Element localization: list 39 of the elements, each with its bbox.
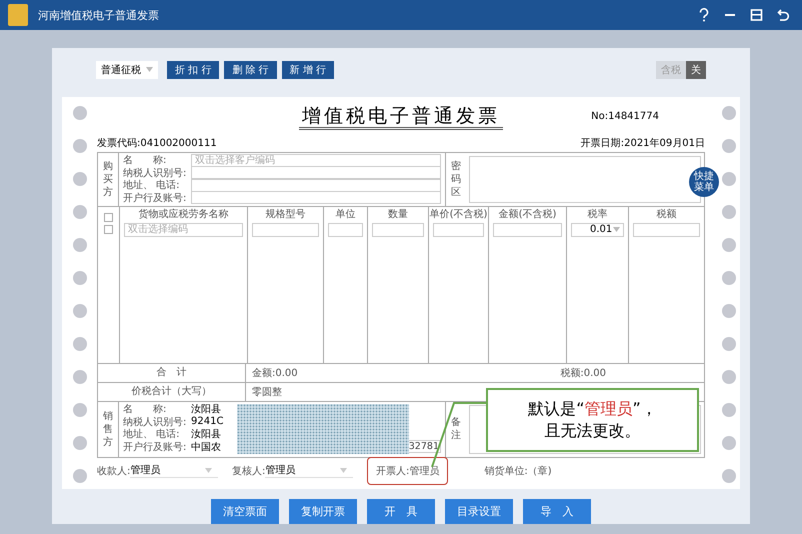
column-header: 数量 [388,208,408,222]
field-label: 地址、 电话: [123,428,181,442]
column-header: 税额 [656,208,676,222]
window-title: 河南增值税电子普通发票 [38,8,159,22]
invoice-title: 增值税电子普通发票 [299,102,503,130]
field-label: 纳税人识别号: [123,416,188,428]
field-value: 中国农 [191,440,221,454]
field-value: 9241C [191,416,221,428]
field-label: 名 称: [123,154,168,168]
field-label: 名 称: [123,403,168,416]
invoice-date: 开票日期:2021年09月01日 [580,136,705,150]
annotation-tooltip: 默认是“管理员”， 且无法更改。 [486,388,699,452]
total-amount: 金额:0.00 [251,366,298,380]
column-header: 单价(不含税) [430,208,488,222]
signature-label: 复核人: [232,464,266,478]
total-tax: 税额:0.00 [560,366,606,380]
field-value: 汝阳县 [191,403,221,416]
buyer-side-label: 购买方 [98,152,119,206]
column-header: 单位 [336,208,356,222]
total-label: 合 计 [98,364,246,382]
signature-text: 开票人:管理员 [367,456,448,485]
grand-total-value: 零圆整 [251,386,283,399]
field-label: 开户行及账号: [123,440,188,454]
field-label: 开户行及账号: [123,192,188,205]
grand-total-label: 价税合计（大写） [98,382,246,401]
field-label: 纳税人识别号: [123,166,188,180]
invoice-code: 发票代码:041002000111 [97,136,217,150]
cipher-area-label: 密码区 [445,152,466,206]
field-label: 地址、 电话: [123,178,181,192]
invoice-number: No:14841774 [591,110,659,122]
remarks-label: 备注 [445,402,466,457]
signature-text: 销货单位:（章) [483,464,553,479]
field-value: 汝阳县 [191,428,221,442]
column-header: 规格型号 [266,208,306,222]
column-header: 货物或应税劳务名称 [138,208,228,222]
signature-label: 收款人: [97,464,130,478]
column-header: 金额(不含税) [498,208,556,222]
column-header: 税率 [588,208,608,222]
seller-side-label: 销售方 [98,402,119,457]
